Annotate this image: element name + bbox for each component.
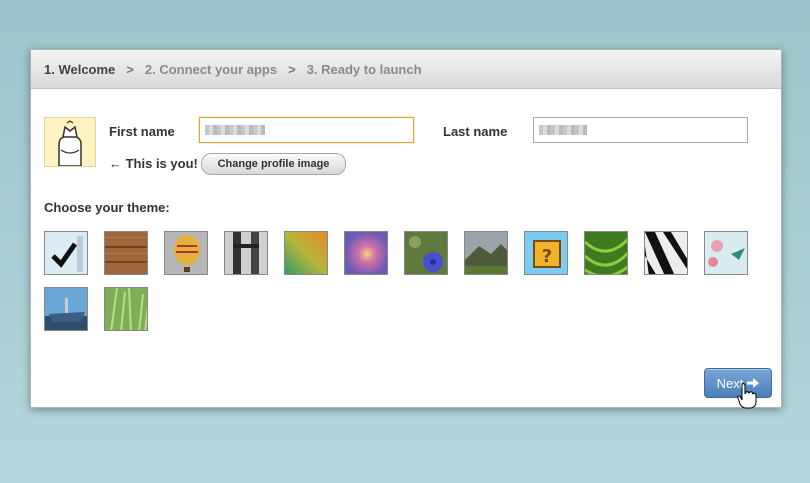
change-profile-image-button[interactable]: Change profile image [201,153,346,175]
theme-boat[interactable] [44,287,88,331]
this-is-you-text: ← This is you! [109,156,198,171]
avatar-icon [58,120,82,167]
theme-green-leaf[interactable] [584,231,628,275]
hand-cursor-icon [737,383,757,409]
theme-swirl[interactable] [344,231,388,275]
theme-mountains[interactable] [464,231,508,275]
theme-hummingbird[interactable] [704,231,748,275]
last-name-value [539,125,587,135]
svg-text:?: ? [542,246,552,267]
theme-zebra[interactable] [644,231,688,275]
step-connect-apps: 2. Connect your apps [144,61,278,77]
first-name-field[interactable] [199,117,414,143]
first-name-label: First name [109,124,175,139]
avatar [44,117,96,167]
step-ready: 3. Ready to launch [306,61,422,77]
step-separator: > [126,61,134,77]
setup-dialog: 1. Welcome > 2. Connect your apps > 3. R… [30,49,782,408]
theme-blue-flower[interactable] [404,231,448,275]
theme-question-block[interactable]: ? [524,231,568,275]
theme-grass[interactable] [104,287,148,331]
wizard-steps: 1. Welcome > 2. Connect your apps > 3. R… [31,50,781,89]
theme-bridge[interactable] [224,231,268,275]
theme-default-checkmark[interactable] [44,231,88,275]
first-name-value [205,125,265,135]
theme-title: Choose your theme: [44,200,170,215]
theme-wood[interactable] [104,231,148,275]
step-welcome: 1. Welcome [44,61,116,77]
last-name-field[interactable] [533,117,748,143]
last-name-label: Last name [443,124,508,139]
step-separator: > [288,61,296,77]
theme-colorful-gradient[interactable] [284,231,328,275]
theme-hot-air-balloon[interactable] [164,231,208,275]
